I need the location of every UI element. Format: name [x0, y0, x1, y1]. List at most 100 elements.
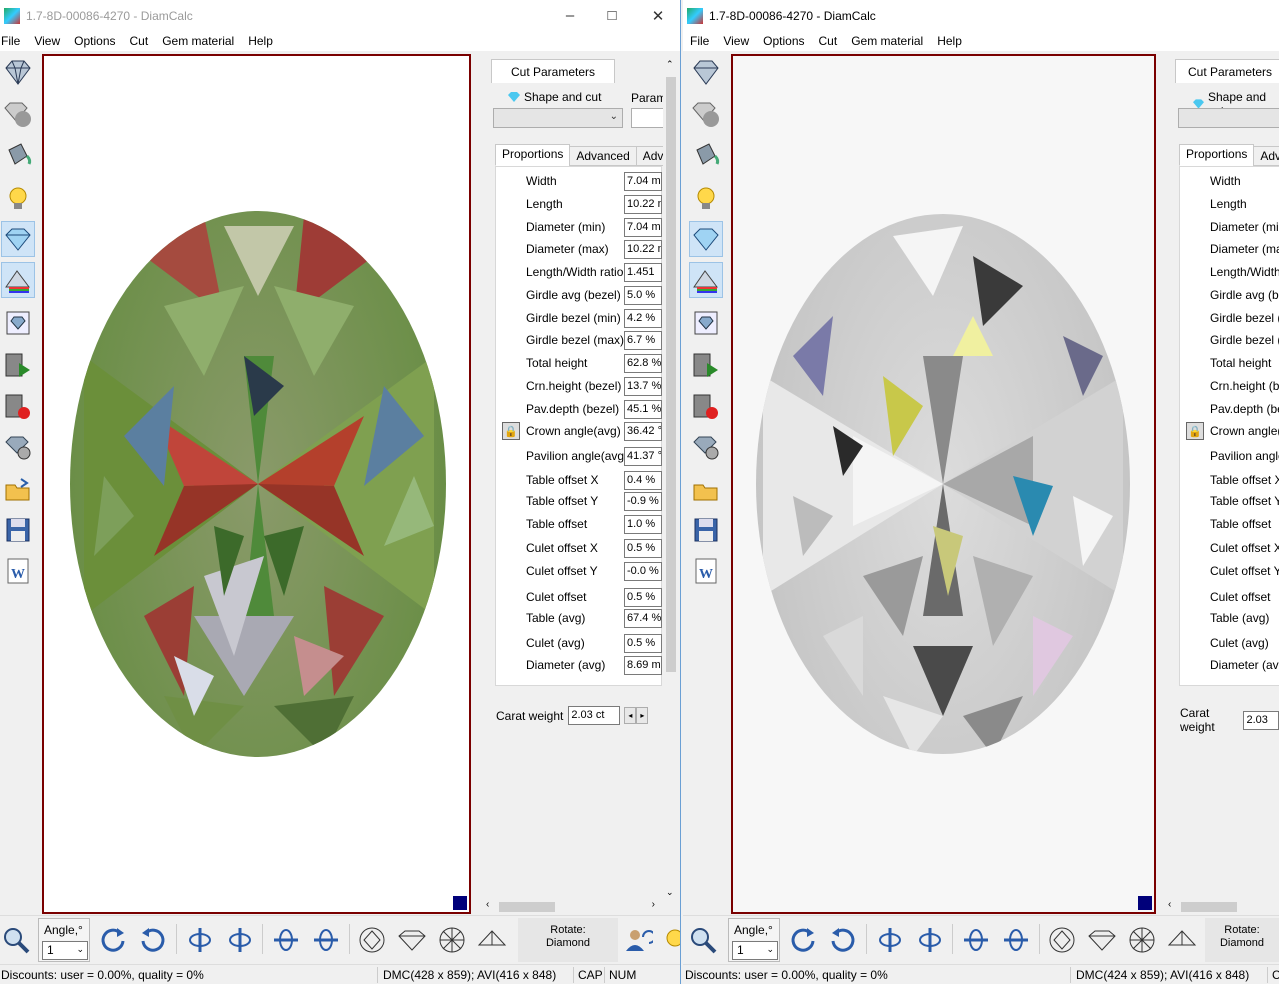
- flip-vertical-2-icon[interactable]: [914, 924, 946, 956]
- tab-cut-parameters[interactable]: Cut Parameters: [491, 59, 615, 83]
- diamond-ball-icon[interactable]: [689, 96, 723, 132]
- menu-file[interactable]: File: [690, 34, 717, 48]
- vertical-scrollbar[interactable]: ⌃ ⌄: [663, 57, 679, 903]
- flip-vertical-icon[interactable]: [184, 924, 216, 956]
- menu-view[interactable]: View: [34, 34, 68, 48]
- sparkle-diamond-icon[interactable]: [1, 221, 35, 257]
- tab-advanced[interactable]: Advar: [1253, 146, 1279, 166]
- top-view-icon[interactable]: [1046, 924, 1078, 956]
- rotate-cw-icon[interactable]: [787, 924, 819, 956]
- horizontal-scrollbar[interactable]: ‹: [1167, 899, 1279, 915]
- scroll-left-icon[interactable]: ‹: [486, 899, 489, 910]
- light-bulb-icon[interactable]: [689, 181, 723, 217]
- scroll-up-icon[interactable]: ⌃: [666, 59, 674, 70]
- param-combo[interactable]: [631, 108, 665, 128]
- param-value-field[interactable]: 0.5 %: [624, 587, 662, 607]
- maximize-button[interactable]: □: [589, 0, 635, 31]
- horizontal-scrollbar[interactable]: ‹ ›: [485, 899, 657, 915]
- param-value-field[interactable]: 45.1 %: [624, 399, 662, 419]
- param-value-field[interactable]: 0.5 %: [624, 538, 662, 558]
- menu-options[interactable]: Options: [763, 34, 812, 48]
- menu-cut[interactable]: Cut: [130, 34, 157, 48]
- param-value-field[interactable]: 6.7 %: [624, 330, 662, 350]
- param-value-field[interactable]: 10.22 mm: [624, 194, 662, 214]
- menu-help[interactable]: Help: [248, 34, 281, 48]
- param-value-field[interactable]: 1.0 %: [624, 514, 662, 534]
- lock-icon[interactable]: 🔒: [1186, 422, 1204, 440]
- flip-vertical-icon[interactable]: [874, 924, 906, 956]
- light-bulb-icon[interactable]: [1, 181, 35, 217]
- carat-increase-button[interactable]: ▸: [636, 707, 649, 724]
- video-record-icon[interactable]: [1, 389, 35, 425]
- zoom-icon[interactable]: [0, 924, 32, 956]
- param-value-field[interactable]: 7.04 mm: [624, 171, 662, 191]
- menu-file[interactable]: File: [1, 34, 28, 48]
- menu-view[interactable]: View: [723, 34, 757, 48]
- sparkle-diamond-icon[interactable]: [689, 221, 723, 257]
- diamond-view-icon[interactable]: [689, 54, 723, 90]
- param-value-field[interactable]: 41.37 °: [624, 446, 662, 466]
- scroll-right-icon[interactable]: ›: [652, 899, 655, 910]
- side-view-icon[interactable]: [1086, 924, 1118, 956]
- param-value-field[interactable]: 36.42 °: [624, 421, 662, 441]
- zoom-icon[interactable]: [687, 924, 719, 956]
- video-play-icon[interactable]: [1, 348, 35, 384]
- diamond-frame-icon[interactable]: [1, 305, 35, 341]
- param-value-field[interactable]: 62.8 %: [624, 353, 662, 373]
- diamond-frame-icon[interactable]: [689, 305, 723, 341]
- diamond-gears-icon[interactable]: [1, 429, 35, 465]
- param-value-field[interactable]: 5.0 %: [624, 285, 662, 305]
- param-value-field[interactable]: 7.04 mm: [624, 217, 662, 237]
- minimize-button[interactable]: –: [547, 0, 593, 31]
- flip-vertical-2-icon[interactable]: [224, 924, 256, 956]
- video-play-icon[interactable]: [689, 348, 723, 384]
- diamond-ball-icon[interactable]: [1, 96, 35, 132]
- rotate-ccw-icon[interactable]: [827, 924, 859, 956]
- tab-advanced[interactable]: Advanced: [569, 146, 637, 166]
- close-button[interactable]: ✕: [635, 0, 680, 31]
- open-folder-icon[interactable]: [689, 472, 723, 508]
- open-folder-icon[interactable]: [1, 472, 35, 508]
- diamond-gears-icon[interactable]: [689, 429, 723, 465]
- angle-select[interactable]: 1 ⌄: [732, 941, 778, 960]
- diamond-view-icon[interactable]: [1, 54, 35, 90]
- menu-options[interactable]: Options: [74, 34, 123, 48]
- scroll-left-icon[interactable]: ‹: [1168, 899, 1171, 910]
- rainbow-prism-icon[interactable]: [1, 262, 35, 298]
- lock-icon[interactable]: 🔒: [502, 422, 520, 440]
- menu-gem-material[interactable]: Gem material: [162, 34, 242, 48]
- word-document-icon[interactable]: W: [1, 553, 35, 589]
- rotate-mode-icon[interactable]: [622, 924, 654, 956]
- param-value-field[interactable]: 8.69 mm: [624, 655, 662, 675]
- param-value-field[interactable]: -0.0 %: [624, 561, 662, 581]
- rotate-ccw-icon[interactable]: [137, 924, 169, 956]
- save-disk-icon[interactable]: [1, 512, 35, 548]
- param-value-field[interactable]: 4.2 %: [624, 308, 662, 328]
- carat-value[interactable]: 2.03 c: [1243, 710, 1279, 730]
- flip-horizontal-icon[interactable]: [270, 924, 302, 956]
- tab-cut-parameters[interactable]: Cut Parameters: [1175, 59, 1279, 83]
- param-value-field[interactable]: 0.4 %: [624, 470, 662, 490]
- bottom-view-icon[interactable]: [1126, 924, 1158, 956]
- tab-proportions[interactable]: Proportions: [1179, 144, 1255, 166]
- pavilion-view-icon[interactable]: [1166, 924, 1198, 956]
- diamond-render-view[interactable]: [731, 54, 1156, 914]
- pavilion-view-icon[interactable]: [476, 924, 508, 956]
- paint-bucket-icon[interactable]: [689, 137, 723, 173]
- h-scroll-thumb[interactable]: [499, 902, 555, 912]
- tab-proportions[interactable]: Proportions: [495, 144, 571, 166]
- diamond-render-view[interactable]: [42, 54, 471, 914]
- video-record-icon[interactable]: [689, 389, 723, 425]
- flip-horizontal-2-icon[interactable]: [310, 924, 342, 956]
- carat-value[interactable]: 2.03 ct: [568, 706, 621, 725]
- param-value-field[interactable]: -0.9 %: [624, 491, 662, 511]
- paint-bucket-icon[interactable]: [1, 137, 35, 173]
- param-value-field[interactable]: 0.5 %: [624, 633, 662, 653]
- rainbow-prism-icon[interactable]: [689, 262, 723, 298]
- carat-decrease-button[interactable]: ◂: [624, 707, 637, 724]
- side-view-icon[interactable]: [396, 924, 428, 956]
- param-value-field[interactable]: 1.451: [624, 262, 662, 282]
- shape-combo[interactable]: [1178, 108, 1279, 128]
- param-value-field[interactable]: 10.22 mm: [624, 239, 662, 259]
- menu-help[interactable]: Help: [937, 34, 970, 48]
